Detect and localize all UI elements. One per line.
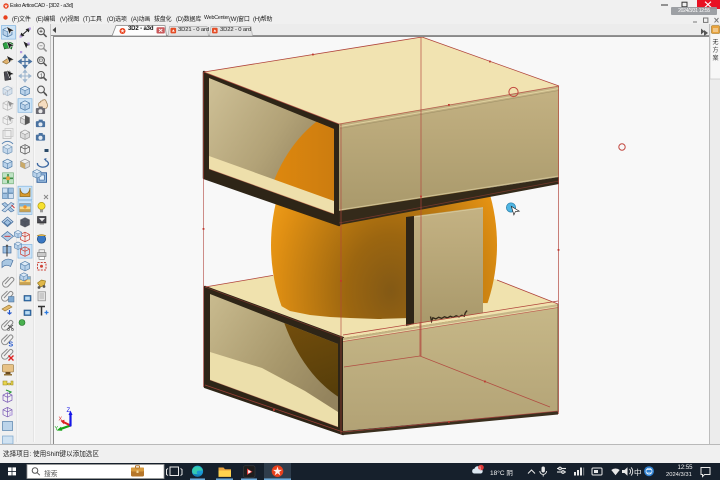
svg-text:S: S (9, 342, 14, 349)
svg-text:1: 1 (40, 74, 43, 80)
svg-text:无: 无 (713, 39, 719, 46)
svg-text:Z: Z (67, 408, 71, 414)
svg-text:X: X (59, 417, 63, 423)
svg-text:方: 方 (713, 46, 719, 54)
svg-text:案: 案 (713, 54, 719, 62)
svg-text:Y: Y (55, 426, 59, 432)
